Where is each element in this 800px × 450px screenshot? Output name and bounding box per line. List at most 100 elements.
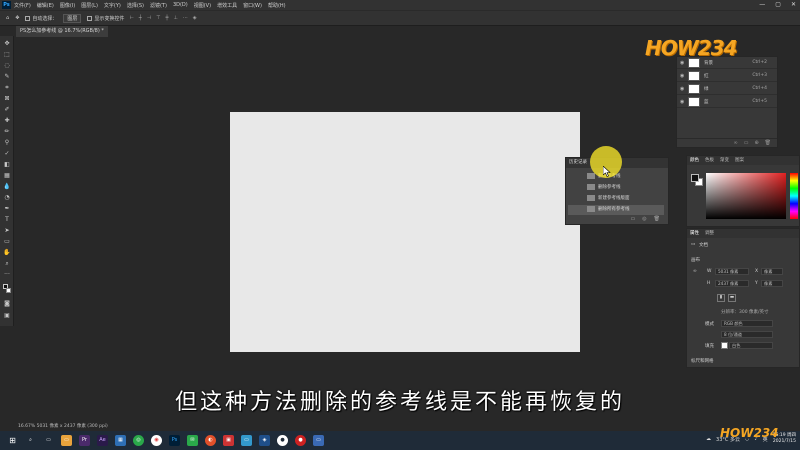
maximize-button[interactable]: ▢ (775, 0, 781, 10)
weather-icon[interactable]: ☁ (706, 436, 711, 442)
clone-stamp-tool-icon[interactable]: ⚲ (3, 139, 11, 146)
search-icon[interactable]: ⌕ (25, 435, 36, 446)
bit-depth-select[interactable]: 8 位/通道 (721, 331, 773, 338)
align-center-icon[interactable]: ┼ (139, 15, 142, 21)
menu-image[interactable]: 图像(I) (60, 2, 75, 9)
link-icon[interactable]: ∞ (734, 139, 738, 147)
app-icon-orange[interactable]: ◐ (205, 435, 216, 446)
history-item-active[interactable]: 删除所有参考线 (568, 205, 664, 215)
fill-swatch[interactable] (721, 342, 728, 349)
x-input[interactable]: 像素 (761, 268, 783, 275)
layer-row[interactable]: ◉ 绿 Ctrl+4 (677, 83, 777, 95)
eye-icon[interactable]: ◉ (680, 73, 684, 79)
layer-row[interactable]: ◉ 红 Ctrl+3 (677, 70, 777, 82)
tab-swatches[interactable]: 色板 (705, 156, 714, 165)
recorder-icon[interactable]: ● (295, 435, 306, 446)
rulers-grids-section[interactable]: 标尺和网格 (691, 358, 714, 364)
align-left-icon[interactable]: ⊢ (129, 15, 133, 21)
menu-3d[interactable]: 3D(D) (173, 2, 188, 8)
menu-view[interactable]: 视图(V) (194, 2, 211, 9)
zoom-tool-icon[interactable]: ⌕ (3, 260, 11, 267)
menu-help[interactable]: 帮助(H) (268, 2, 286, 9)
task-view-icon[interactable]: ▭ (43, 435, 54, 446)
chrome-icon[interactable]: ◉ (151, 435, 162, 446)
layer-row[interactable]: ◉ 蓝 Ctrl+5 (677, 96, 777, 108)
color-picker-field[interactable] (706, 173, 786, 219)
tab-adjustments[interactable]: 调整 (705, 229, 714, 238)
landscape-icon[interactable]: ▬ (728, 294, 736, 302)
file-explorer-icon[interactable]: ▭ (61, 435, 72, 446)
frame-tool-icon[interactable]: ⊠ (3, 95, 11, 102)
move-tool-icon[interactable]: ✥ (3, 40, 11, 47)
background-color-swatch[interactable] (6, 288, 11, 293)
photoshop-taskbar-icon[interactable]: Ps (169, 435, 180, 446)
canvas-section-title[interactable]: 画布 (691, 257, 700, 263)
blur-tool-icon[interactable]: 💧 (3, 183, 11, 190)
auto-select-dropdown[interactable]: 图层 (63, 13, 82, 23)
screen-mode-icon[interactable]: ▣ (3, 312, 11, 319)
eye-icon[interactable]: ◉ (680, 99, 684, 105)
height-input[interactable]: 2437 像素 (715, 280, 749, 287)
menu-type[interactable]: 文字(Y) (104, 2, 121, 9)
marquee-tool-icon[interactable]: ⬚ (3, 51, 11, 58)
windows-start-icon[interactable]: ⊞ (7, 435, 18, 446)
path-selection-tool-icon[interactable]: ➤ (3, 227, 11, 234)
quick-mask-icon[interactable]: ◙ (3, 300, 11, 307)
gradient-tool-icon[interactable]: ▦ (3, 172, 11, 179)
app-icon-green[interactable]: ◎ (133, 435, 144, 446)
trash-icon[interactable]: 🗑 (654, 215, 660, 224)
width-input[interactable]: 5031 像素 (715, 268, 749, 275)
eyedropper-tool-icon[interactable]: ✐ (3, 106, 11, 113)
tab-patterns[interactable]: 图案 (735, 156, 744, 165)
fill-select[interactable]: 白色 (729, 342, 773, 349)
app-icon-cyan[interactable]: ▭ (241, 435, 252, 446)
history-item[interactable]: 新建参考线版面 (568, 194, 664, 204)
history-item[interactable]: 删除参考线 (568, 183, 664, 193)
eye-icon[interactable]: ◉ (680, 60, 684, 66)
new-document-icon[interactable]: ▭ (631, 215, 636, 224)
menu-file[interactable]: 文件(F) (14, 2, 31, 9)
app-icon-window[interactable]: ▭ (313, 435, 324, 446)
wechat-icon[interactable]: ✉ (187, 435, 198, 446)
menu-filter[interactable]: 滤镜(T) (150, 2, 167, 9)
menu-edit[interactable]: 编辑(E) (37, 2, 54, 9)
after-effects-icon[interactable]: Ae (97, 435, 108, 446)
hand-tool-icon[interactable]: ✋ (3, 249, 11, 256)
rectangle-tool-icon[interactable]: ▭ (3, 238, 11, 245)
show-transform-checkbox[interactable]: 显示变换控件 (87, 15, 124, 22)
align-right-icon[interactable]: ⊣ (147, 15, 151, 21)
menu-select[interactable]: 选择(S) (127, 2, 144, 9)
new-layer-icon[interactable]: ⊕ (754, 139, 758, 147)
minimize-button[interactable]: — (759, 0, 765, 10)
link-icon[interactable]: ∞ (693, 269, 697, 274)
history-brush-tool-icon[interactable]: ✓ (3, 150, 11, 157)
move-tool-icon[interactable]: ✥ (15, 15, 19, 21)
lasso-tool-icon[interactable]: ◌ (3, 62, 11, 69)
crop-tool-icon[interactable]: ⌗ (3, 84, 11, 91)
app-icon-blue[interactable]: ▦ (115, 435, 126, 446)
hue-slider[interactable] (790, 173, 798, 219)
photoshop-logo-icon[interactable]: Ps (2, 1, 11, 9)
eraser-tool-icon[interactable]: ◧ (3, 161, 11, 168)
auto-select-checkbox[interactable]: 自动选择： (25, 15, 57, 22)
more-options-icon[interactable]: ··· (183, 15, 188, 21)
3d-mode-icon[interactable]: ◈ (193, 15, 197, 21)
home-icon[interactable]: ⌂ (6, 15, 9, 21)
snapshot-icon[interactable]: ◎ (642, 215, 646, 224)
type-tool-icon[interactable]: T (3, 216, 11, 223)
close-button[interactable]: ✕ (791, 0, 796, 10)
healing-brush-tool-icon[interactable]: ✚ (3, 117, 11, 124)
new-group-icon[interactable]: ▭ (744, 139, 749, 147)
trash-icon[interactable]: 🗑 (765, 139, 771, 147)
app-icon-red[interactable]: ▣ (223, 435, 234, 446)
align-top-icon[interactable]: ⊤ (156, 15, 160, 21)
align-middle-icon[interactable]: ╪ (166, 15, 169, 21)
menu-plugins[interactable]: 增效工具 (217, 2, 237, 9)
document-tab[interactable]: PS怎么加参考线 @ 16.7%(RGB/8) * (16, 26, 108, 37)
y-input[interactable]: 像素 (761, 280, 783, 287)
app-icon-white[interactable]: ● (277, 435, 288, 446)
pen-tool-icon[interactable]: ✒ (3, 205, 11, 212)
app-icon-navy[interactable]: ◈ (259, 435, 270, 446)
tab-properties[interactable]: 属性 (690, 229, 699, 238)
menu-window[interactable]: 窗口(W) (243, 2, 262, 9)
